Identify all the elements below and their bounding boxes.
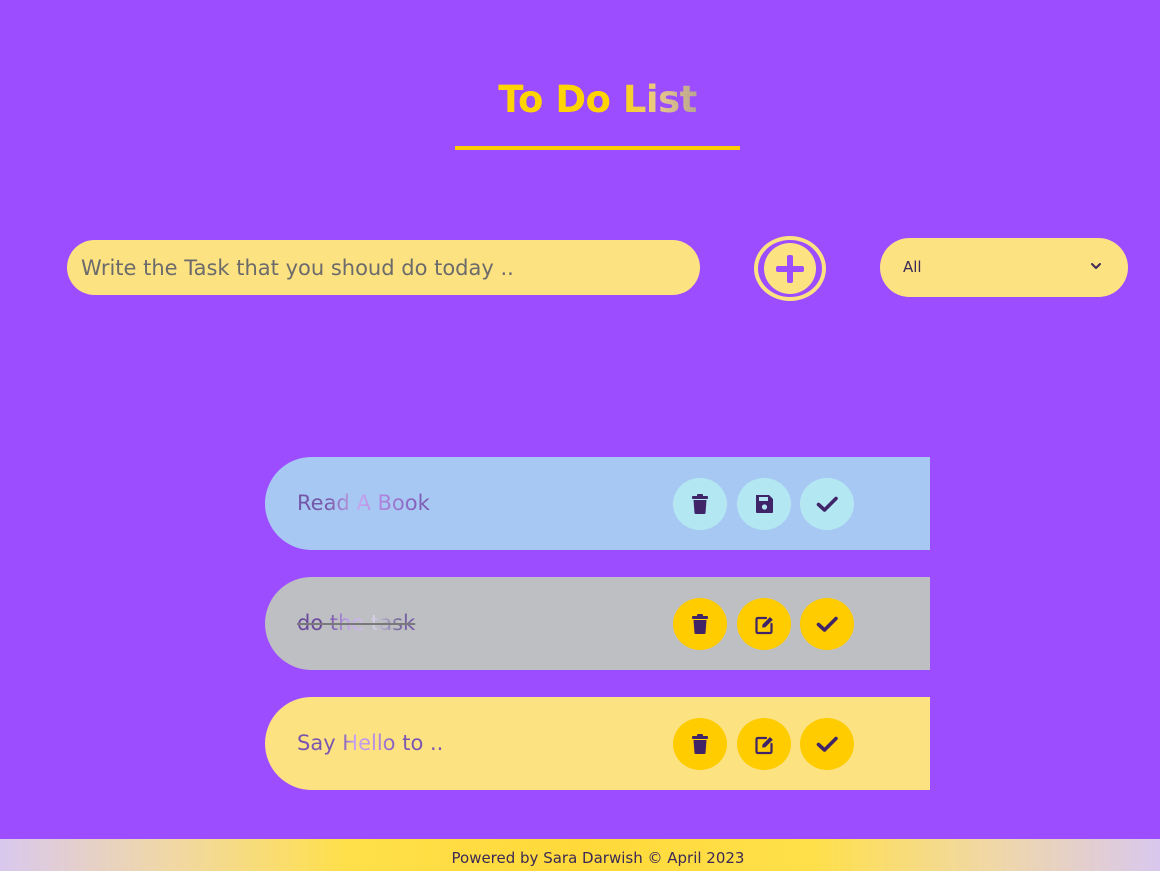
complete-button[interactable]: [800, 598, 854, 650]
todo-text[interactable]: do the task: [297, 577, 415, 670]
footer: Powered by Sara Darwish © April 2023: [0, 839, 1160, 871]
edit-button[interactable]: [737, 718, 791, 770]
add-task-button[interactable]: [754, 236, 826, 301]
pen-square-icon: [755, 616, 773, 635]
check-icon: [816, 736, 838, 752]
complete-button[interactable]: [800, 478, 854, 530]
delete-button[interactable]: [673, 478, 727, 530]
complete-button[interactable]: [800, 718, 854, 770]
check-icon: [816, 496, 838, 512]
footer-text: Powered by Sara Darwish © April 2023: [451, 849, 745, 867]
todo-item-read-a-book: Read A Book: [265, 457, 930, 550]
todo-item-say-hello: Say Hello to ..: [265, 697, 930, 790]
trash-icon: [692, 494, 708, 514]
task-input[interactable]: [67, 240, 700, 295]
title-underline: [455, 146, 740, 150]
page-title: To Do List: [498, 78, 697, 121]
trash-icon: [692, 614, 708, 634]
save-button[interactable]: [737, 478, 791, 530]
todo-item-do-the-task: do the task: [265, 577, 930, 670]
filter-selected-value: All: [903, 258, 922, 276]
delete-button[interactable]: [673, 718, 727, 770]
edit-button[interactable]: [737, 598, 791, 650]
delete-button[interactable]: [673, 598, 727, 650]
chevron-down-icon: [1091, 263, 1101, 269]
todo-text[interactable]: Say Hello to ..: [297, 697, 443, 790]
floppy-disk-icon: [756, 495, 773, 513]
plus-circle-icon: [776, 255, 804, 283]
header: To Do List: [0, 78, 1160, 121]
trash-icon: [692, 734, 708, 754]
check-icon: [816, 616, 838, 632]
filter-select[interactable]: All: [880, 238, 1128, 297]
todo-text[interactable]: Read A Book: [297, 457, 430, 550]
pen-square-icon: [755, 736, 773, 755]
